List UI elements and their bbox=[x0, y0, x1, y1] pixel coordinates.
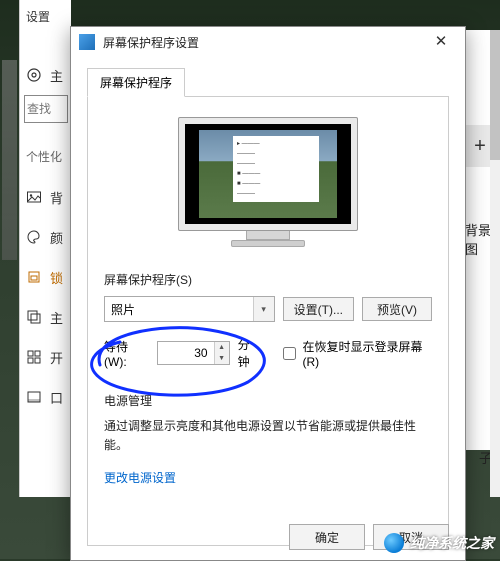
chevron-down-icon: ▾ bbox=[253, 297, 274, 321]
wait-spinner: ▲ ▼ bbox=[157, 341, 230, 365]
wait-unit: 分钟 bbox=[238, 336, 261, 370]
lock-icon bbox=[26, 269, 42, 285]
sidebar-item-themes[interactable]: 主 bbox=[20, 297, 70, 337]
tab-screensaver[interactable]: 屏幕保护程序 bbox=[87, 68, 185, 97]
palette-icon bbox=[26, 229, 42, 245]
resume-checkbox-label[interactable]: 在恢复时显示登录屏幕(R) bbox=[279, 338, 432, 369]
watermark-logo-icon bbox=[384, 533, 404, 553]
sidebar-item-label: 背 bbox=[50, 188, 63, 207]
screensaver-icon bbox=[79, 34, 95, 50]
settings-window-title: 设置 bbox=[26, 8, 50, 25]
change-power-settings-link[interactable]: 更改电源设置 bbox=[104, 471, 176, 485]
sidebar-category: 个性化 bbox=[26, 148, 70, 165]
sidebar-item-lockscreen[interactable]: 锁 bbox=[20, 257, 70, 297]
image-icon bbox=[26, 189, 42, 205]
sidebar-item-label: 口 bbox=[50, 388, 63, 407]
search-input[interactable] bbox=[24, 95, 68, 123]
tab-panel: ▸ ——— ——— ——— ■ ——— ■ ——— ——— 屏幕保护程序(S) bbox=[87, 96, 449, 546]
theme-icon bbox=[26, 309, 42, 325]
spin-up-button[interactable]: ▲ bbox=[215, 342, 229, 353]
screensaver-dialog: 屏幕保护程序设置 ✕ 屏幕保护程序 ▸ ——— ——— ——— ■ ——— ■ … bbox=[70, 26, 466, 561]
watermark: 纯净系统之家 bbox=[384, 533, 494, 553]
gear-icon bbox=[26, 67, 42, 83]
start-icon bbox=[26, 349, 42, 365]
sidebar-search bbox=[24, 95, 70, 123]
dialog-body: 屏幕保护程序 ▸ ——— ——— ——— ■ ——— ■ ——— ——— bbox=[71, 57, 465, 558]
close-icon: ✕ bbox=[435, 33, 448, 50]
screensaver-settings-button[interactable]: 设置(T)... bbox=[283, 297, 354, 321]
taskbar-icon bbox=[26, 389, 42, 405]
resume-label-text: 在恢复时显示登录屏幕(R) bbox=[303, 338, 432, 369]
scrollbar-thumb[interactable] bbox=[490, 30, 500, 160]
vertical-scrollbar[interactable] bbox=[490, 30, 500, 497]
power-management-desc: 通过调整显示亮度和其他电源设置以节省能源或提供最佳性能。 bbox=[104, 417, 432, 455]
settings-sidebar: 主 个性化 背 颜 锁 主 开 口 bbox=[20, 55, 70, 417]
screensaver-group-label: 屏幕保护程序(S) bbox=[104, 271, 432, 288]
resume-checkbox[interactable] bbox=[283, 347, 296, 360]
ok-button[interactable]: 确定 bbox=[289, 524, 365, 550]
sidebar-item-label: 锁 bbox=[50, 268, 63, 287]
sidebar-item-label: 开 bbox=[50, 348, 63, 367]
wait-input[interactable] bbox=[158, 342, 214, 364]
combo-value: 照片 bbox=[111, 301, 135, 318]
sidebar-item-colors[interactable]: 颜 bbox=[20, 217, 70, 257]
monitor-preview: ▸ ——— ——— ——— ■ ——— ■ ——— ——— bbox=[178, 117, 358, 247]
screensaver-preview-button[interactable]: 预览(V) bbox=[362, 297, 432, 321]
sidebar-item-label: 主 bbox=[50, 308, 63, 327]
sidebar-item-label: 颜 bbox=[50, 228, 63, 247]
sidebar-home[interactable]: 主 bbox=[20, 55, 70, 95]
power-management-heading: 电源管理 bbox=[104, 392, 432, 409]
sidebar-item-taskbar[interactable]: 口 bbox=[20, 377, 70, 417]
sidebar-home-label: 主 bbox=[50, 66, 63, 85]
sidebar-item-background[interactable]: 背 bbox=[20, 177, 70, 217]
close-button[interactable]: ✕ bbox=[421, 28, 461, 56]
spin-down-button[interactable]: ▼ bbox=[215, 353, 229, 364]
sidebar-item-start[interactable]: 开 bbox=[20, 337, 70, 377]
dialog-title: 屏幕保护程序设置 bbox=[103, 34, 421, 51]
screensaver-combo[interactable]: 照片 ▾ bbox=[104, 296, 275, 322]
wait-label: 等待(W): bbox=[104, 338, 149, 369]
watermark-text: 纯净系统之家 bbox=[410, 533, 494, 553]
dialog-titlebar: 屏幕保护程序设置 ✕ bbox=[71, 27, 465, 57]
